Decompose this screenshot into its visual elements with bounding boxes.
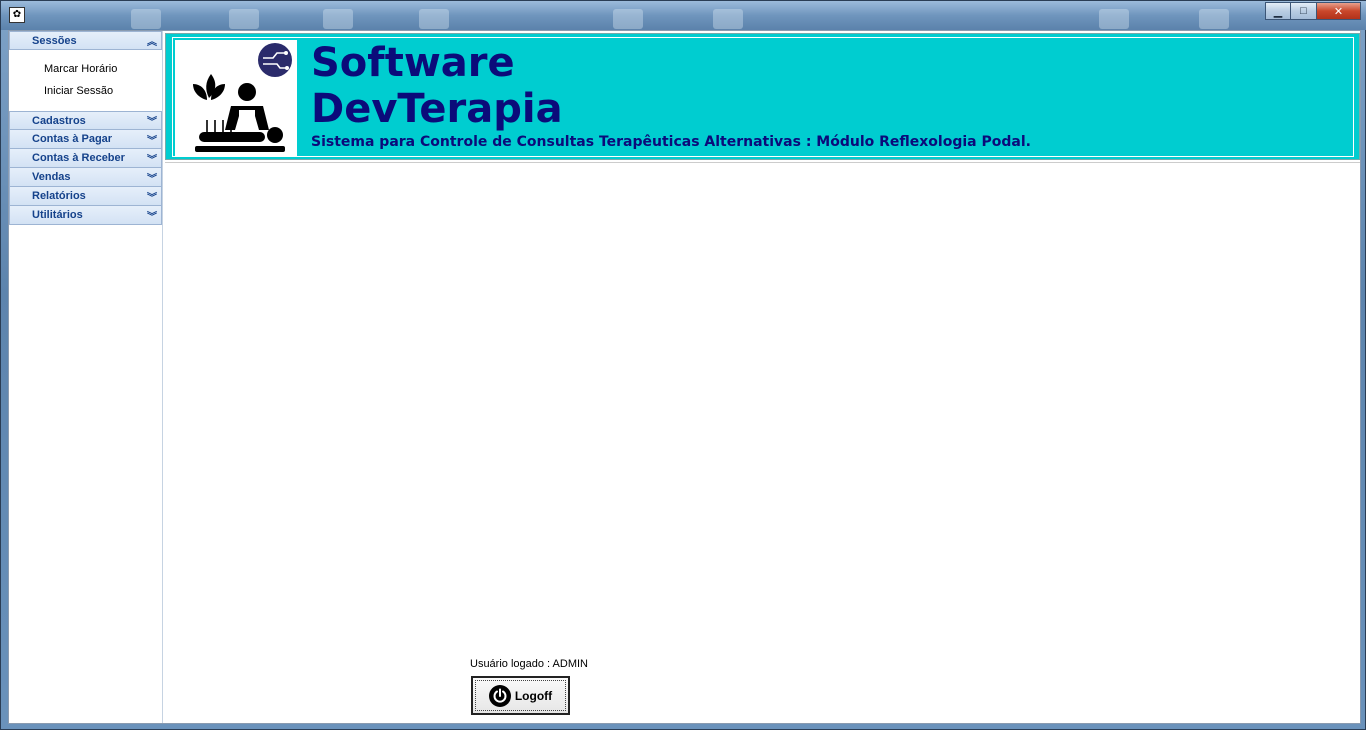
client-area: Sessões ︽ Marcar Horário Iniciar Sessão …	[8, 30, 1361, 724]
app-title-line2: DevTerapia	[311, 86, 563, 132]
sidebar-group-label: Relatórios	[32, 190, 86, 202]
logged-user-label: Usuário logado : ADMIN	[470, 658, 588, 670]
background-blur	[613, 9, 643, 29]
chevron-down-icon: ︾	[147, 135, 157, 147]
close-button[interactable]: ✕	[1317, 2, 1361, 20]
banner-divider	[165, 162, 1360, 163]
background-blur	[131, 9, 161, 29]
circuit-badge-icon	[258, 43, 292, 77]
sidebar-group-contas-receber[interactable]: Contas à Receber ︾	[9, 149, 162, 168]
chevron-down-icon: ︾	[147, 211, 157, 223]
title-bar[interactable]: ✿ ▁ □ ✕	[1, 1, 1366, 30]
background-blur	[229, 9, 259, 29]
chevron-up-icon: ︽	[147, 37, 157, 48]
background-blur	[1099, 9, 1129, 29]
app-title: Software DevTerapia	[311, 40, 563, 132]
sidebar-group-items: Marcar Horário Iniciar Sessão	[9, 50, 162, 111]
sidebar-group-label: Cadastros	[32, 114, 86, 127]
sidebar-group-contas-pagar[interactable]: Contas à Pagar ︾	[9, 130, 162, 149]
sidebar-group-label: Contas à Receber	[32, 152, 125, 164]
sidebar-item-marcar-horario[interactable]: Marcar Horário	[9, 58, 162, 80]
sidebar-item-iniciar-sessao[interactable]: Iniciar Sessão	[9, 80, 162, 102]
logo	[175, 40, 297, 156]
sidebar-group-utilitarios[interactable]: Utilitários ︾	[9, 206, 162, 225]
window-controls: ▁ □ ✕	[1265, 2, 1361, 20]
sidebar-group-label: Vendas	[32, 171, 71, 183]
header-banner: Software DevTerapia Sistema para Control…	[165, 33, 1360, 160]
chevron-down-icon: ︾	[147, 117, 157, 128]
maximize-button[interactable]: □	[1291, 2, 1317, 20]
logoff-label: Logoff	[514, 688, 553, 703]
sidebar-group-relatorios[interactable]: Relatórios ︾	[9, 187, 162, 206]
background-blur	[1199, 9, 1229, 29]
app-icon[interactable]: ✿	[9, 7, 25, 23]
background-blur	[419, 9, 449, 29]
sidebar-group-vendas[interactable]: Vendas ︾	[9, 168, 162, 187]
background-blur	[713, 9, 743, 29]
app-title-line1: Software	[311, 40, 515, 86]
background-blur	[323, 9, 353, 29]
power-icon	[488, 684, 511, 707]
massage-therapy-icon	[193, 43, 292, 152]
navigation-sidebar: Sessões ︽ Marcar Horário Iniciar Sessão …	[9, 31, 163, 723]
chevron-down-icon: ︾	[147, 192, 157, 204]
app-subtitle: Sistema para Controle de Consultas Terap…	[311, 134, 1031, 150]
banner-frame: Software DevTerapia Sistema para Control…	[172, 37, 1354, 157]
sidebar-group-label: Utilitários	[32, 209, 83, 221]
sidebar-group-label: Contas à Pagar	[32, 133, 113, 145]
chevron-down-icon: ︾	[147, 173, 157, 185]
logoff-button[interactable]: Logoff	[471, 676, 570, 715]
sidebar-group-label: Sessões	[32, 34, 77, 47]
sidebar-group-sessoes[interactable]: Sessões ︽	[9, 31, 162, 50]
sidebar-group-cadastros[interactable]: Cadastros ︾	[9, 111, 162, 130]
minimize-button[interactable]: ▁	[1265, 2, 1291, 20]
app-window: ✿ ▁ □ ✕ Sessões ︽ Marcar Horário Iniciar…	[0, 0, 1366, 730]
chevron-down-icon: ︾	[147, 154, 157, 166]
